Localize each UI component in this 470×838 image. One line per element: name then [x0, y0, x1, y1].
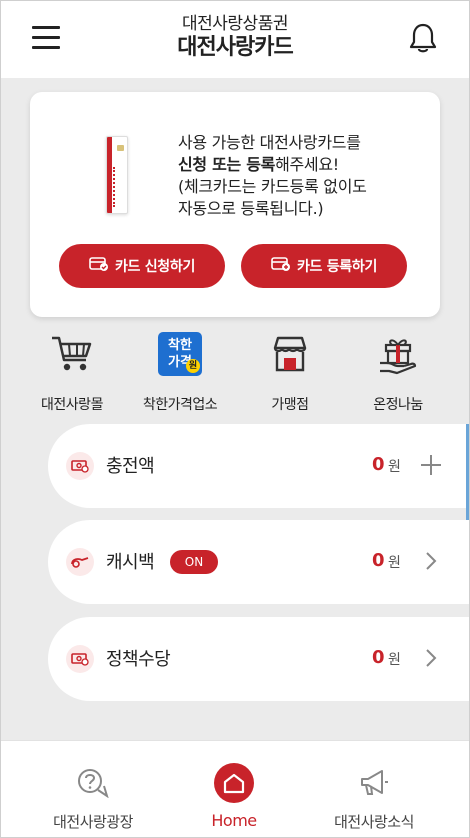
app-subtitle: 대전사랑상품권 [182, 14, 288, 34]
question-chat-icon [73, 763, 113, 803]
megaphone-icon [354, 763, 394, 803]
app-header: 대전사랑상품권 대전사랑카드 [0, 0, 470, 78]
nav-label: 대전사랑소식 [334, 813, 414, 831]
gift-icon [374, 330, 422, 378]
app-title: 대전사랑상품권 대전사랑카드 [0, 14, 470, 62]
bell-icon[interactable] [408, 22, 438, 54]
quick-item-label: 온정나눔 [373, 397, 423, 413]
register-card-button[interactable]: 카드 등록하기 [241, 244, 407, 288]
promo-line-1: 사용 가능한 대전사랑카드를 [178, 133, 361, 152]
balance-amount: 0 [372, 550, 385, 571]
quick-item-good-price[interactable]: 착한 가격 원 착한가격업소 [125, 330, 235, 414]
nav-item-news[interactable]: 대전사랑소식 [294, 763, 454, 832]
money-icon [66, 452, 94, 480]
balance-row-policy[interactable]: 정책수당 0 원 [48, 617, 470, 701]
card-promo-panel: 사용 가능한 대전사랑카드를 신청 또는 등록해주세요! (체크카드는 카드등록… [30, 92, 440, 317]
nav-label: 대전사랑광장 [53, 813, 133, 831]
apply-card-label: 카드 신청하기 [114, 259, 196, 275]
scroll-indicator [466, 424, 470, 524]
quick-item-sharing[interactable]: 온정나눔 [343, 330, 453, 414]
promo-bold-text: 신청 또는 등록 [178, 155, 276, 174]
good-price-icon: 착한 가격 원 [156, 330, 204, 378]
plus-icon[interactable] [418, 452, 444, 478]
balance-unit: 원 [388, 652, 401, 668]
quick-item-label: 착한가격업소 [142, 397, 218, 413]
balance-label: 정책수당 [106, 649, 171, 670]
promo-line-3: (체크카드는 카드등록 없이도 [178, 177, 367, 196]
chevron-right-icon[interactable] [418, 645, 444, 671]
nav-label: Home [211, 811, 257, 830]
nav-item-plaza[interactable]: 대전사랑광장 [13, 763, 173, 832]
balance-amount: 0 [372, 454, 385, 475]
cashback-on-toggle[interactable]: ON [170, 550, 218, 574]
nav-item-home[interactable]: Home [154, 763, 314, 830]
policy-money-icon [66, 645, 94, 673]
quick-item-label: 대전사랑몰 [41, 397, 103, 413]
shopping-cart-icon [48, 330, 96, 378]
balance-row-cashback[interactable]: 캐시백 ON 0 원 [48, 520, 470, 604]
quick-menu: 대전사랑몰 착한 가격 원 착한가격업소 가맹점 온정나눔 [0, 330, 470, 415]
card-check-icon [89, 256, 109, 276]
quick-item-mall[interactable]: 대전사랑몰 [17, 330, 127, 414]
balance-unit: 원 [388, 555, 401, 571]
promo-line-4: 자동으로 등록됩니다.) [178, 199, 324, 218]
app-title-main: 대전사랑카드 [177, 35, 293, 60]
chevron-right-icon[interactable] [418, 548, 444, 574]
balance-label: 캐시백 [106, 552, 155, 573]
card-image [106, 136, 128, 214]
quick-item-stores[interactable]: 가맹점 [235, 330, 345, 414]
quick-item-label: 가맹점 [271, 397, 309, 413]
bottom-nav: 대전사랑광장 Home 대전사랑소식 [0, 740, 470, 838]
card-promo-text: 사용 가능한 대전사랑카드를 신청 또는 등록해주세요! (체크카드는 카드등록… [178, 132, 428, 220]
balance-unit: 원 [388, 459, 401, 475]
card-plus-icon [271, 256, 291, 276]
home-icon [214, 763, 254, 803]
store-icon [266, 330, 314, 378]
balance-row-charge[interactable]: 충전액 0 원 [48, 424, 470, 508]
balance-amount: 0 [372, 647, 385, 668]
promo-line-2-rest: 해주세요! [275, 155, 339, 174]
apply-card-button[interactable]: 카드 신청하기 [59, 244, 225, 288]
cashback-icon [66, 548, 94, 576]
balance-label: 충전액 [106, 456, 155, 477]
register-card-label: 카드 등록하기 [296, 259, 378, 275]
